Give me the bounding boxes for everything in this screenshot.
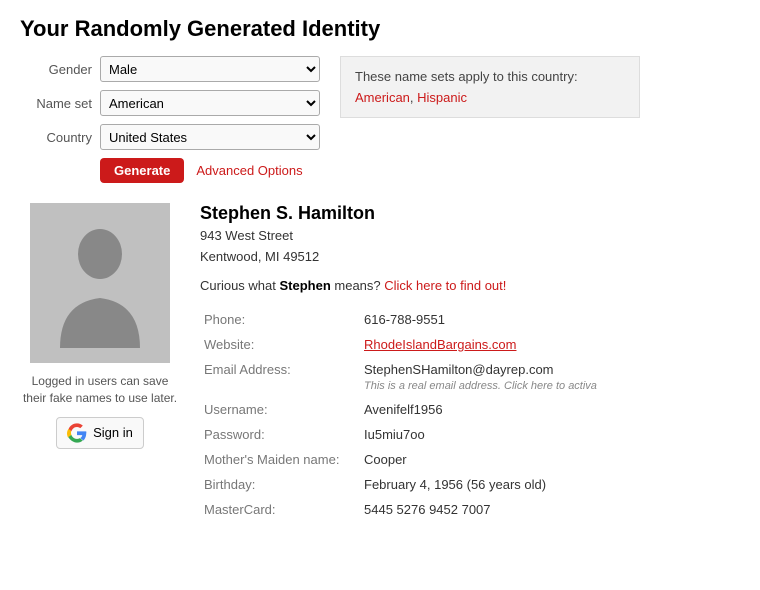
name-meaning-link[interactable]: Click here to find out!	[384, 278, 506, 293]
namesets-box: These name sets apply to this country: A…	[340, 56, 640, 118]
phone-value: 616-788-9551	[360, 307, 740, 332]
website-value[interactable]: RhodeIslandBargains.com	[360, 332, 740, 357]
birthday-value: February 4, 1956 (56 years old)	[360, 472, 740, 497]
username-value: Avenifelf1956	[360, 397, 740, 422]
namesets-title: These name sets apply to this country:	[355, 69, 625, 84]
table-row: MasterCard: 5445 5276 9452 7007	[200, 497, 740, 522]
table-row: Website: RhodeIslandBargains.com	[200, 332, 740, 357]
website-label: Website:	[200, 332, 360, 357]
table-row: Mother's Maiden name: Cooper	[200, 447, 740, 472]
table-row: Username: Avenifelf1956	[200, 397, 740, 422]
generate-button[interactable]: Generate	[100, 158, 184, 183]
password-value: Iu5miu7oo	[360, 422, 740, 447]
nameset-hispanic[interactable]: Hispanic	[417, 90, 467, 105]
email-value: StephenSHamilton@dayrep.com This is a re…	[360, 357, 740, 397]
details-table: Phone: 616-788-9551 Website: RhodeIsland…	[200, 307, 740, 522]
username-label: Username:	[200, 397, 360, 422]
signin-label: Sign in	[93, 425, 133, 440]
maiden-label: Mother's Maiden name:	[200, 447, 360, 472]
name-curious: Curious what Stephen means? Click here t…	[200, 278, 740, 293]
password-label: Password:	[200, 422, 360, 447]
page-title: Your Randomly Generated Identity	[20, 16, 740, 42]
person-address: 943 West Street Kentwood, MI 49512	[200, 226, 740, 268]
table-row: Email Address: StephenSHamilton@dayrep.c…	[200, 357, 740, 397]
country-label: Country	[20, 130, 92, 145]
table-row: Phone: 616-788-9551	[200, 307, 740, 332]
signin-button[interactable]: Sign in	[56, 417, 144, 449]
email-label: Email Address:	[200, 357, 360, 397]
advanced-options-link[interactable]: Advanced Options	[196, 163, 302, 178]
gender-select[interactable]: Male Female	[100, 56, 320, 82]
nameset-label: Name set	[20, 96, 92, 111]
table-row: Password: Iu5miu7oo	[200, 422, 740, 447]
birthday-label: Birthday:	[200, 472, 360, 497]
google-icon	[67, 423, 87, 443]
avatar	[30, 203, 170, 363]
table-row: Birthday: February 4, 1956 (56 years old…	[200, 472, 740, 497]
phone-label: Phone:	[200, 307, 360, 332]
signin-note: Logged in users can save their fake name…	[20, 373, 180, 407]
maiden-value: Cooper	[360, 447, 740, 472]
nameset-american[interactable]: American	[355, 90, 410, 105]
nameset-select[interactable]: American Hispanic	[100, 90, 320, 116]
person-name: Stephen S. Hamilton	[200, 203, 740, 224]
gender-label: Gender	[20, 62, 92, 77]
mastercard-value: 5445 5276 9452 7007	[360, 497, 740, 522]
country-select[interactable]: United States	[100, 124, 320, 150]
mastercard-label: MasterCard:	[200, 497, 360, 522]
